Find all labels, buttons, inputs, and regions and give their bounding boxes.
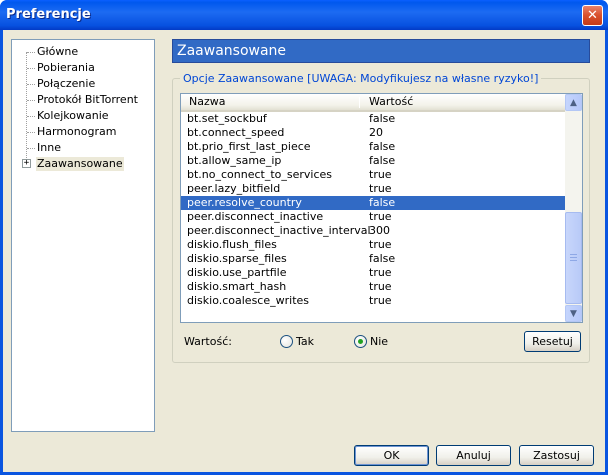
row-value: false (369, 140, 396, 153)
tree-connector (27, 52, 35, 53)
scroll-thumb[interactable] (565, 212, 582, 304)
table-row[interactable]: bt.connect_speed 20 (181, 126, 565, 140)
expand-plus-icon[interactable]: + (22, 159, 31, 168)
tree-connector (27, 84, 35, 85)
row-value: false (369, 112, 396, 125)
column-header-value[interactable]: Wartość (363, 94, 563, 110)
scroll-down-button[interactable]: ▼ (565, 305, 582, 322)
apply-button[interactable]: Zastosuj (519, 445, 594, 466)
row-value: false (369, 252, 396, 265)
chevron-up-icon: ▲ (570, 97, 577, 108)
tree-item-kolejkowanie[interactable]: Kolejkowanie (36, 109, 110, 123)
table-row[interactable]: peer.disconnect_inactive_interval 300 (181, 224, 565, 238)
table-row[interactable]: peer.lazy_bitfield true (181, 182, 565, 196)
vertical-scrollbar[interactable]: ▲ ▼ (565, 94, 582, 322)
table-row[interactable]: bt.allow_same_ip false (181, 154, 565, 168)
row-name: bt.no_connect_to_services (187, 168, 333, 181)
table-row[interactable]: diskio.smart_hash true (181, 280, 565, 294)
tree-connector (27, 132, 35, 133)
table-row[interactable]: diskio.use_partfile true (181, 266, 565, 280)
radio-tak-label[interactable]: Tak (296, 335, 314, 348)
grip-line (570, 257, 577, 258)
row-value: false (369, 154, 396, 167)
row-value: true (369, 280, 392, 293)
window-title: Preferencje (6, 7, 91, 22)
row-value: true (369, 238, 392, 251)
column-header-name[interactable]: Nazwa (183, 94, 359, 110)
table-row[interactable]: bt.prio_first_last_piece false (181, 140, 565, 154)
row-name: peer.resolve_country (187, 196, 302, 209)
group-title: Opcje Zaawansowane [UWAGA: Modyfikujesz … (180, 72, 542, 85)
table-row[interactable]: bt.set_sockbuf false (181, 112, 565, 126)
row-value: true (369, 182, 392, 195)
tree-connector (27, 116, 35, 117)
row-value: false (369, 196, 396, 209)
section-title: Zaawansowane (172, 39, 590, 63)
cancel-button[interactable]: Anuluj (436, 445, 511, 466)
category-tree: Główne Pobierania Połączenie Protokół Bi… (11, 39, 155, 432)
tree-item-protokol-bittorrent[interactable]: Protokół BitTorrent (36, 93, 139, 107)
table-row[interactable]: diskio.flush_files true (181, 238, 565, 252)
tree-item-harmonogram[interactable]: Harmonogram (36, 125, 117, 139)
row-value: 20 (369, 126, 383, 139)
row-name: peer.disconnect_inactive_interval (187, 224, 371, 237)
grip-line (570, 260, 577, 261)
row-value: true (369, 294, 392, 307)
row-name: diskio.smart_hash (187, 280, 287, 293)
row-name: diskio.flush_files (187, 238, 277, 251)
grip-line (570, 254, 577, 255)
row-name: bt.prio_first_last_piece (187, 140, 311, 153)
row-name: peer.disconnect_inactive (187, 210, 324, 223)
row-value: true (369, 266, 392, 279)
row-value: true (369, 168, 392, 181)
table-row[interactable]: diskio.coalesce_writes true (181, 294, 565, 308)
ok-button[interactable]: OK (354, 445, 429, 466)
settings-list[interactable]: Nazwa Wartość bt.set_sockbuf false bt.con… (180, 93, 583, 323)
value-label: Wartość: (184, 335, 232, 348)
title-bar[interactable]: Preferencje ✕ (0, 0, 608, 30)
tree-connector (27, 100, 35, 101)
row-name: diskio.use_partfile (187, 266, 287, 279)
chevron-down-icon: ▼ (570, 308, 577, 319)
row-name: peer.lazy_bitfield (187, 182, 281, 195)
tree-item-zaawansowane[interactable]: Zaawansowane (36, 157, 124, 171)
row-name: bt.connect_speed (187, 126, 285, 139)
dialog-body: Główne Pobierania Połączenie Protokół Bi… (3, 30, 605, 472)
tree-item-glowne[interactable]: Główne (36, 45, 79, 59)
close-icon: ✕ (587, 8, 598, 23)
tree-item-pobierania[interactable]: Pobierania (36, 61, 96, 75)
tree-item-polaczenie[interactable]: Połączenie (36, 77, 96, 91)
row-name: diskio.sparse_files (187, 252, 287, 265)
tree-connector (27, 68, 35, 69)
list-rows: bt.set_sockbuf false bt.connect_speed 20 b… (181, 112, 565, 308)
reset-button[interactable]: Resetuj (524, 331, 581, 352)
table-row-selected[interactable]: peer.resolve_country false (181, 196, 565, 210)
tree-item-inne[interactable]: Inne (36, 141, 62, 155)
close-button[interactable]: ✕ (582, 5, 603, 26)
row-name: bt.set_sockbuf (187, 112, 267, 125)
tree-connector (27, 148, 35, 149)
table-row[interactable]: bt.no_connect_to_services true (181, 168, 565, 182)
radio-tak[interactable] (280, 335, 293, 348)
row-value: 300 (369, 224, 390, 237)
radio-nie[interactable] (354, 335, 367, 348)
scroll-up-button[interactable]: ▲ (565, 94, 582, 111)
list-header: Nazwa Wartość (181, 94, 565, 112)
table-row[interactable]: diskio.sparse_files false (181, 252, 565, 266)
radio-nie-label[interactable]: Nie (370, 335, 388, 348)
row-value: true (369, 210, 392, 223)
table-row[interactable]: peer.disconnect_inactive true (181, 210, 565, 224)
row-name: bt.allow_same_ip (187, 154, 282, 167)
preferences-window: Preferencje ✕ Główne Pobierania Połączen… (0, 0, 608, 475)
row-name: diskio.coalesce_writes (187, 294, 310, 307)
column-divider[interactable] (359, 97, 360, 108)
